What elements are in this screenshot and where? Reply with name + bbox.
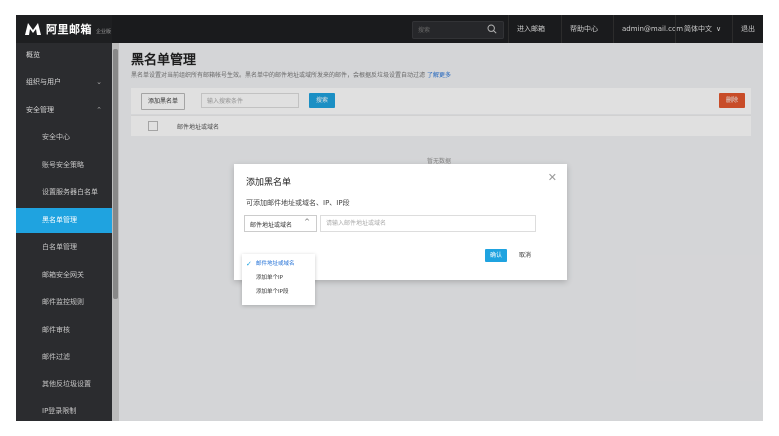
- sidebar-item-label: 安全中心: [42, 133, 70, 141]
- sidebar-item-server-whitelist[interactable]: 设置服务器白名单: [16, 180, 112, 205]
- dropdown-option-address[interactable]: ✓ 邮件地址或域名: [242, 258, 315, 271]
- sidebar-item-account-policy[interactable]: 账号安全策略: [16, 153, 112, 178]
- sidebar-item-label: 安全管理: [26, 106, 54, 114]
- dropdown-option-label: 邮件地址或域名: [256, 261, 295, 267]
- dropdown-option-label: 添加单个IP段: [256, 289, 289, 295]
- type-dropdown: ✓ 邮件地址或域名 添加单个IP 添加单个IP段: [242, 254, 315, 305]
- logo-subtitle: 企业版: [96, 28, 112, 35]
- sidebar-item-security-gateway[interactable]: 邮箱安全网关: [16, 263, 112, 288]
- chevron-up-icon: ^: [304, 218, 310, 226]
- sidebar-item-monitor-rules[interactable]: 邮件监控规则: [16, 290, 112, 315]
- sidebar-item-label: 邮箱安全网关: [42, 271, 84, 279]
- check-icon: ✓: [246, 260, 252, 268]
- dialog-title: 添加黑名单: [246, 178, 292, 188]
- logo-text: 阿里邮箱: [46, 23, 92, 36]
- dropdown-option-ip-range[interactable]: 添加单个IP段: [242, 286, 315, 299]
- sidebar-item-label: 黑名单管理: [42, 216, 77, 224]
- chevron-up-icon: ⌃: [96, 106, 102, 114]
- sidebar-item-label: 设置服务器白名单: [42, 188, 98, 196]
- close-icon[interactable]: ✕: [548, 171, 557, 184]
- sidebar-item-security[interactable]: 安全管理 ⌃: [16, 98, 112, 123]
- sidebar-item-label: 白名单管理: [42, 243, 77, 251]
- address-input[interactable]: 请输入邮件地址或域名: [320, 215, 536, 232]
- sidebar-item-security-center[interactable]: 安全中心: [16, 125, 112, 150]
- sidebar-item-overview[interactable]: 概览: [16, 43, 112, 68]
- confirm-button[interactable]: 确认: [485, 249, 508, 262]
- dialog-description: 可添加邮件地址或域名、IP、IP段: [246, 199, 350, 207]
- sidebar-item-blacklist[interactable]: 黑名单管理: [16, 208, 112, 233]
- sidebar-item-label: 概览: [26, 51, 40, 59]
- sidebar-item-label: 组织与用户: [26, 78, 61, 86]
- sidebar-item-org-users[interactable]: 组织与用户 ⌄: [16, 70, 112, 95]
- logo[interactable]: 阿里邮箱 企业版: [24, 20, 111, 38]
- chevron-down-icon: ⌄: [96, 78, 102, 86]
- logo-icon: [25, 23, 41, 35]
- sidebar: 概览 组织与用户 ⌄ 安全管理 ⌃ 安全中心 账号安全策略 设置服务器白名单 黑名单…: [16, 43, 112, 421]
- sidebar-item-ip-login[interactable]: IP登录限制: [16, 399, 112, 421]
- sidebar-item-label: 邮件审核: [42, 326, 70, 334]
- type-select[interactable]: 邮件地址或域名 ^: [244, 215, 317, 232]
- sidebar-item-mail-filter[interactable]: 邮件过滤: [16, 345, 112, 370]
- type-select-value: 邮件地址或域名: [250, 222, 293, 229]
- sidebar-item-label: IP登录限制: [42, 407, 77, 415]
- dropdown-option-label: 添加单个IP: [256, 275, 283, 281]
- sidebar-item-label: 账号安全策略: [42, 161, 84, 169]
- sidebar-item-mail-review[interactable]: 邮件审核: [16, 318, 112, 343]
- cancel-button[interactable]: 取消: [519, 249, 531, 262]
- dropdown-option-ip[interactable]: 添加单个IP: [242, 272, 315, 285]
- sidebar-item-antispam[interactable]: 其他反垃圾设置: [16, 372, 112, 397]
- sidebar-item-whitelist[interactable]: 白名单管理: [16, 235, 112, 260]
- sidebar-item-label: 邮件监控规则: [42, 298, 84, 306]
- app-frame: 阿里邮箱 企业版 搜索 进入邮箱 帮助中心 admin@mail.com 简体中…: [16, 15, 763, 421]
- sidebar-item-label: 其他反垃圾设置: [42, 380, 91, 388]
- sidebar-item-label: 邮件过滤: [42, 353, 70, 361]
